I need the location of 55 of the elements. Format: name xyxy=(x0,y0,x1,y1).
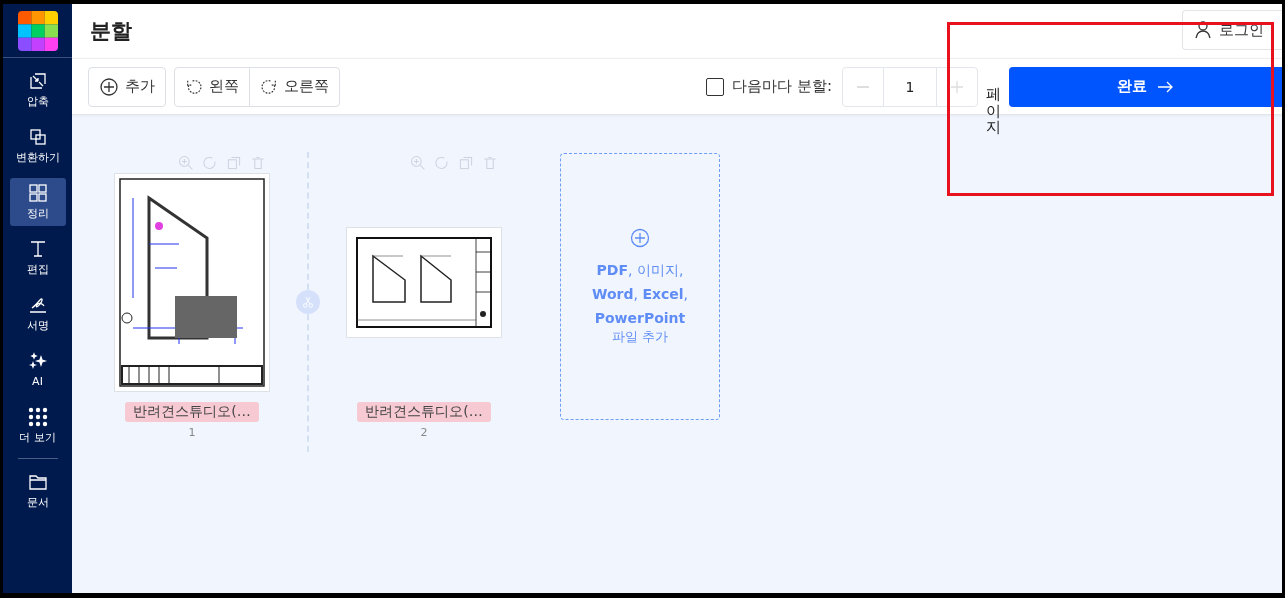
grid-icon xyxy=(27,183,48,203)
zoom-in-icon xyxy=(178,155,194,171)
trash-icon xyxy=(482,155,498,171)
rotate-right-icon xyxy=(260,77,278,96)
zoom-in-icon xyxy=(410,155,426,171)
rotate-left-button[interactable]: 왼쪽 xyxy=(174,66,250,107)
copy-icon xyxy=(458,155,474,171)
signature-icon xyxy=(27,295,48,315)
plus-icon xyxy=(630,227,650,248)
page-title: 분할 xyxy=(90,18,132,45)
sidebar-label: 변환하기 xyxy=(15,150,60,165)
rotate-icon xyxy=(434,155,450,171)
sidebar-label: 압축 xyxy=(26,94,49,109)
add-files-label: 파일 추가 xyxy=(611,327,669,346)
rotate-right-button[interactable]: 오른쪽 xyxy=(249,66,340,107)
user-icon xyxy=(1193,20,1213,40)
file-types-text: PDF, 이미지, Word, Excel, PowerPoint xyxy=(590,260,689,328)
plus-icon xyxy=(99,76,119,97)
more-icon xyxy=(27,407,48,427)
add-button[interactable]: 추가 xyxy=(88,66,166,107)
sidebar-label: 문서 xyxy=(26,495,49,510)
sidebar-label: 편집 xyxy=(26,262,49,277)
copy-icon xyxy=(226,155,242,171)
page-number: 1 xyxy=(188,426,196,439)
sidebar-item[interactable]: 서명 xyxy=(9,290,66,338)
sidebar-item[interactable]: AI xyxy=(9,346,66,394)
folder-icon xyxy=(27,472,48,492)
sidebar-item[interactable]: 문서 xyxy=(9,467,66,515)
done-button[interactable]: 완료 xyxy=(1009,66,1282,107)
convert-icon xyxy=(27,127,48,147)
page-number: 2 xyxy=(420,426,428,439)
sidebar-item[interactable]: 더 보기 xyxy=(9,402,66,450)
scissors-icon xyxy=(301,295,315,309)
sidebar-item[interactable]: 정리 xyxy=(9,178,66,226)
sidebar-item[interactable]: 편집 xyxy=(9,234,66,282)
compress-icon xyxy=(27,71,48,91)
split-label: 다음마다 분할: xyxy=(732,77,832,96)
logo-icon xyxy=(17,10,58,51)
sidebar-item[interactable]: 변환하기 xyxy=(9,122,66,170)
rotate-icon xyxy=(202,155,218,171)
sidebar-item[interactable]: 압축 xyxy=(9,66,66,114)
sidebar-label: 정리 xyxy=(26,206,49,221)
trash-icon xyxy=(250,155,266,171)
login-button[interactable]: 로그인 xyxy=(1182,10,1282,50)
split-checkbox[interactable] xyxy=(706,77,725,96)
page-count-field[interactable]: 1 xyxy=(883,67,937,106)
file-name: 반려견스튜디오(… xyxy=(125,402,259,422)
unit-label: 페이지 xyxy=(986,86,1001,136)
sidebar-label: 서명 xyxy=(26,318,49,333)
plus-icon xyxy=(951,80,963,93)
sidebar-label: 더 보기 xyxy=(19,430,56,445)
file-name: 반려견스튜디오(… xyxy=(357,402,491,422)
minus-icon xyxy=(857,85,869,88)
rotate-left-icon xyxy=(185,77,203,96)
sidebar-label: AI xyxy=(32,375,43,388)
